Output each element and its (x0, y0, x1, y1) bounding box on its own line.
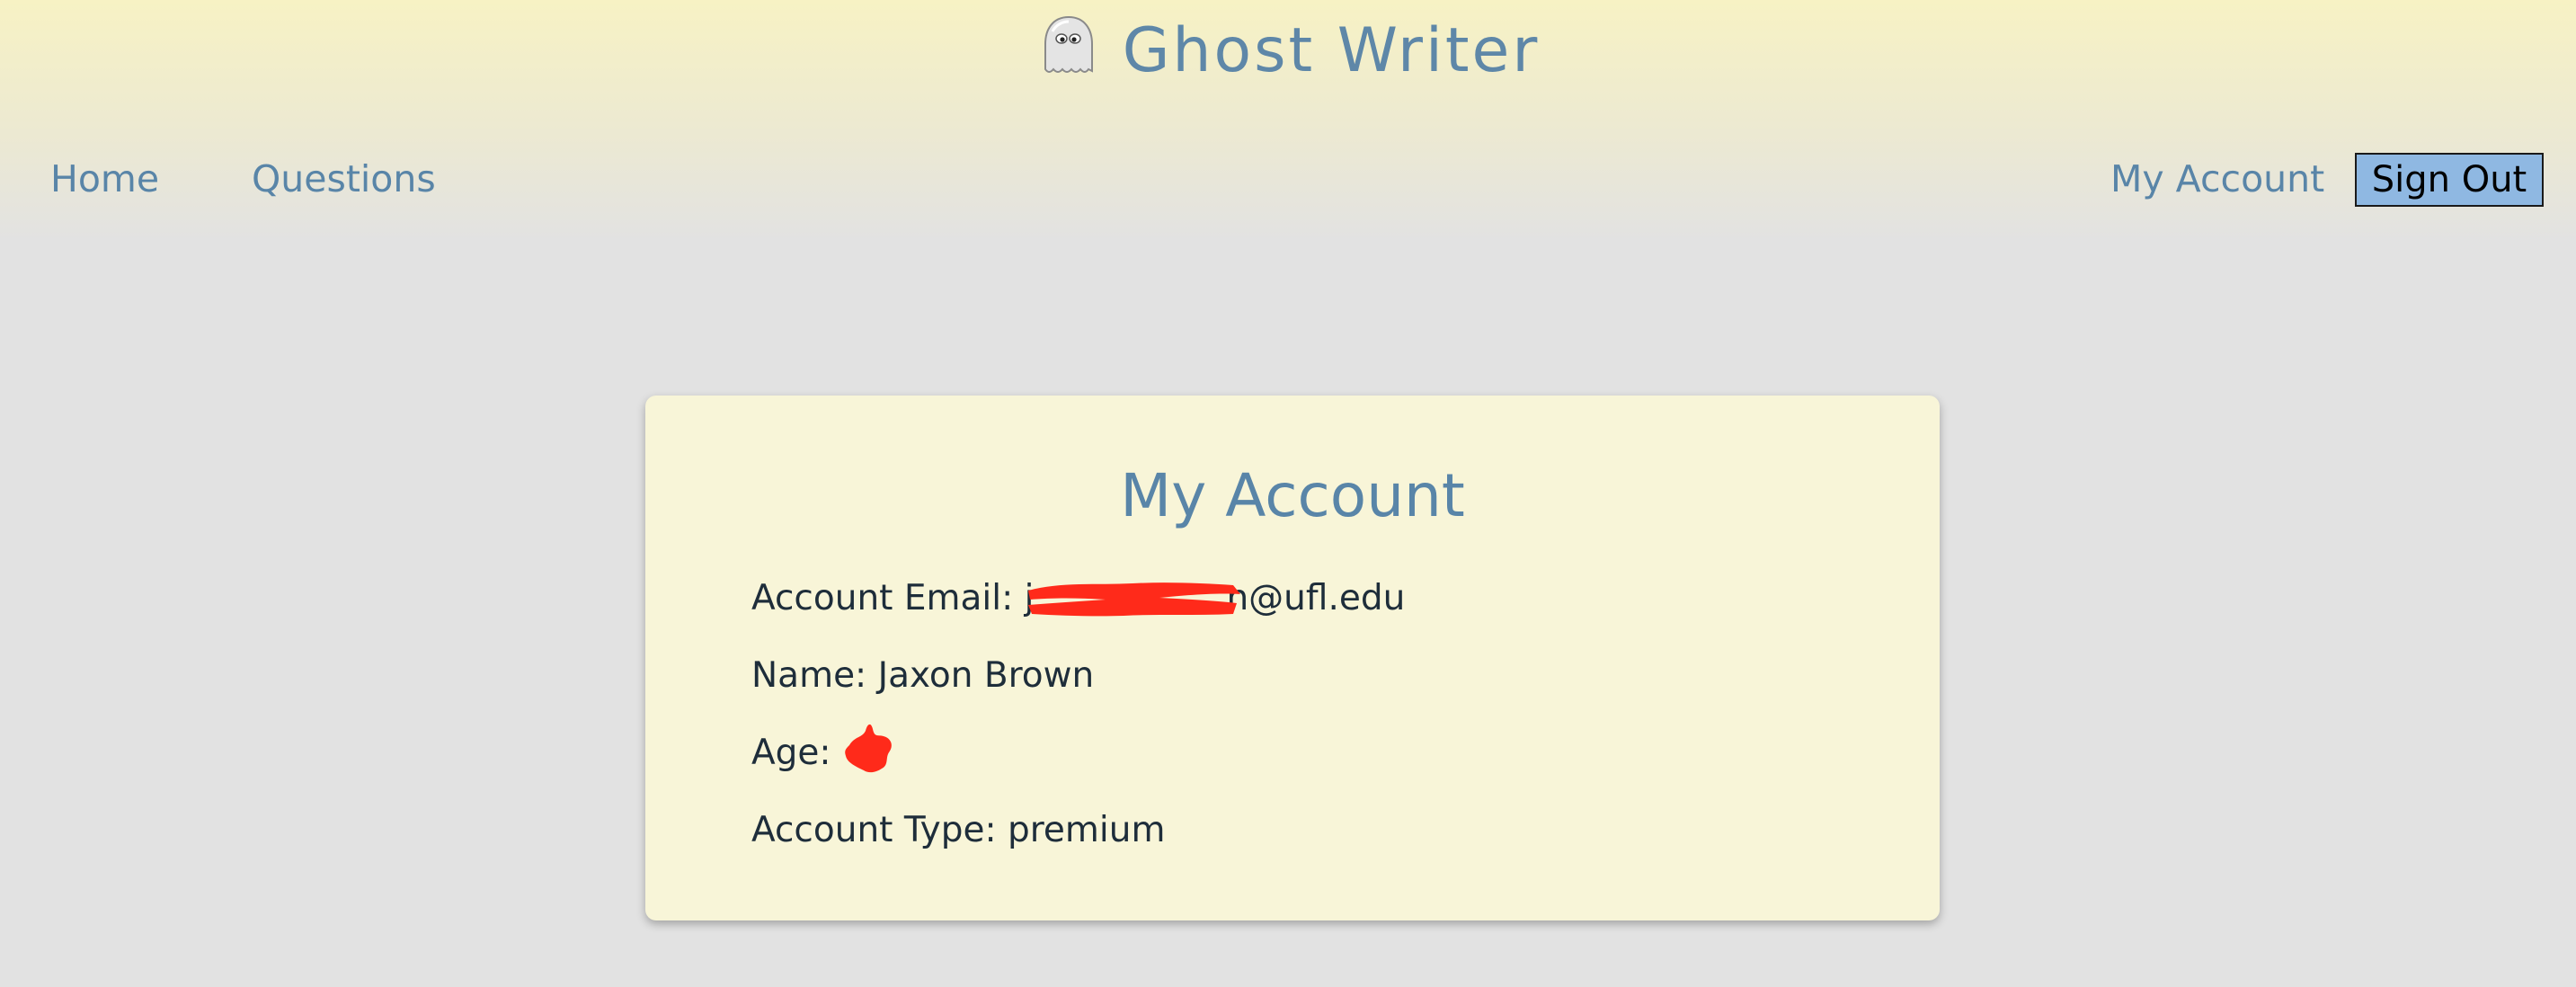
email-redaction-mark (1027, 582, 1240, 617)
account-type-row: Account Type: premium (751, 809, 1165, 852)
account-email-value: j n@ufl.edu (1025, 578, 1406, 618)
nav-questions-link[interactable]: Questions (252, 156, 436, 201)
sign-out-button[interactable]: Sign Out (2355, 153, 2544, 207)
brand-name: Ghost Writer (1122, 15, 1541, 86)
account-email-label: Account Email: (751, 578, 1014, 618)
account-email-row: Account Email: j n@ufl.edu (751, 577, 1405, 620)
account-type-label: Account Type: (751, 810, 997, 850)
account-age-value (842, 724, 893, 773)
account-card: My Account Account Email: j n@ufl.edu Nam… (645, 396, 1940, 920)
nav-my-account-link[interactable]: My Account (2110, 156, 2324, 201)
account-email-suffix: n@ufl.edu (1226, 578, 1406, 618)
age-redaction-mark (845, 724, 892, 773)
account-age-row: Age: (751, 724, 893, 775)
account-name-label: Name: (751, 655, 867, 696)
account-age-label: Age: (751, 733, 831, 773)
account-email-prefix: j (1024, 578, 1035, 618)
site-header: Ghost Writer (0, 0, 2576, 103)
account-title: My Account (1120, 461, 1465, 530)
ghost-icon (1044, 15, 1093, 73)
account-type-value: premium (1008, 810, 1166, 850)
account-name-row: Name: Jaxon Brown (751, 654, 1094, 698)
nav-home-link[interactable]: Home (50, 156, 159, 201)
account-name-value: Jaxon Brown (877, 655, 1095, 696)
